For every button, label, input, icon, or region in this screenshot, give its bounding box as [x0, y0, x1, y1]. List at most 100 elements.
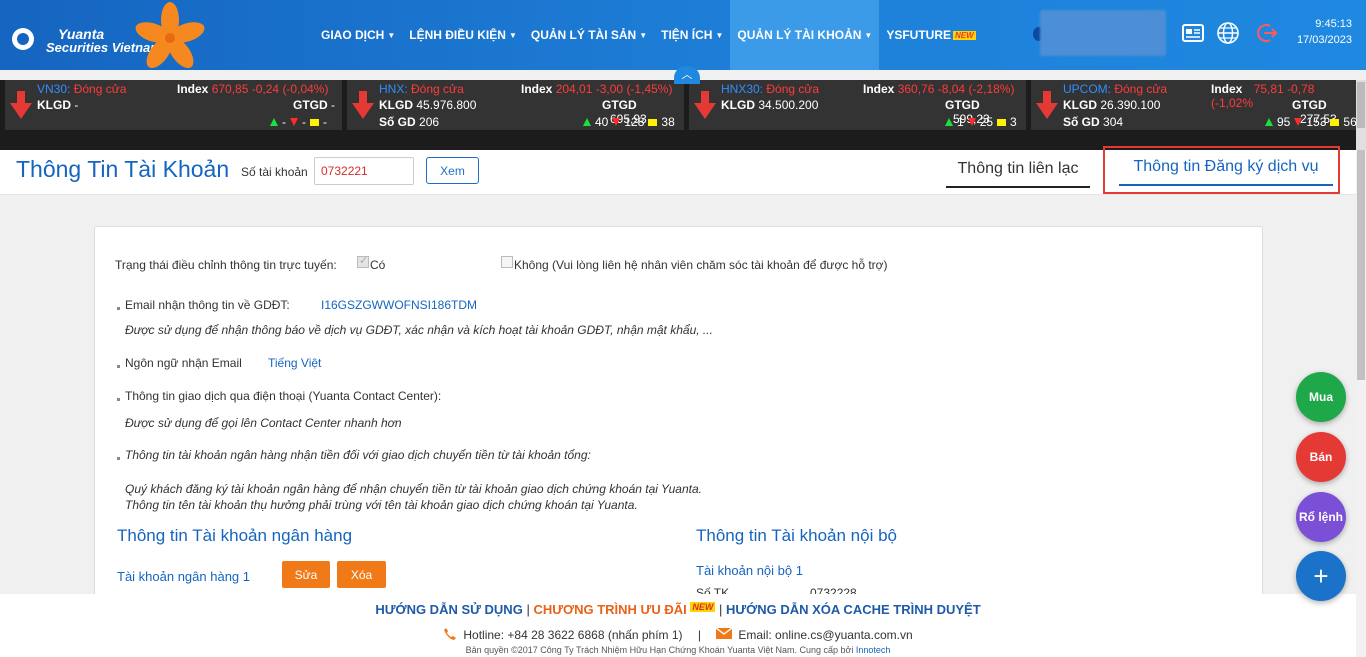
logout-icon[interactable]: [1255, 21, 1279, 45]
footer-separator: |: [526, 602, 530, 617]
up-count-icon: [945, 118, 953, 126]
email-label: Email nhận thông tin về GDĐT:: [125, 298, 290, 312]
nav-tien-ich[interactable]: TIỆN ÍCH ▼: [654, 0, 730, 70]
clear-cache-guide-link[interactable]: HƯỚNG DẪN XÓA CACHE TRÌNH DUYỆT: [726, 602, 981, 617]
down-arrow-icon: [694, 91, 716, 119]
collapse-ticker-button[interactable]: ︿: [674, 66, 700, 84]
clock: 9:45:13 17/03/2023: [1290, 16, 1352, 48]
down-arrow-icon: [352, 91, 374, 119]
flower-logo-icon: [135, 2, 205, 69]
down-count-icon: [967, 118, 976, 126]
internal-account-section-title: Thông tin Tài khoản nội bộ: [696, 526, 897, 545]
title-bar: Thông Tin Tài Khoản Số tài khoản Xem Thô…: [0, 146, 1356, 195]
tab-service-highlight: Thông tin Đăng ký dịch vụ: [1103, 146, 1340, 194]
nav-label: QUẢN LÝ TÀI SẢN: [530, 28, 637, 42]
nav-giao-dich[interactable]: GIAO DỊCH ▼: [314, 0, 402, 70]
clock-time: 9:45:13: [1315, 18, 1352, 30]
market-card-hnx[interactable]: HNX: Đóng cửa Index 204,01 -3,00 (-1,45%…: [347, 80, 684, 130]
market-name: UPCOM: Đóng cửa: [1063, 82, 1168, 96]
user-info-redacted[interactable]: [1040, 10, 1166, 56]
down-count-icon: [290, 118, 298, 126]
nav-label: LỆNH ĐIỀU KIỆN: [409, 28, 506, 42]
bullet: [117, 365, 120, 368]
tab-service-registration[interactable]: Thông tin Đăng ký dịch vụ: [1119, 158, 1333, 186]
market-counts: 40 128 38: [583, 115, 675, 129]
market-counts: 1 25 3: [945, 115, 1017, 129]
footer: HƯỚNG DẪN SỬ DỤNG | CHƯƠNG TRÌNH ƯU ĐÃI …: [0, 594, 1356, 657]
market-klgd: KLGD 26.390.100: [1063, 98, 1161, 112]
plus-button[interactable]: +: [1296, 551, 1346, 601]
calendar-icon[interactable]: [1181, 21, 1205, 45]
option-yes-checkbox[interactable]: [357, 254, 369, 268]
bank-account-section-title: Thông tin Tài khoản ngân hàng: [117, 526, 353, 545]
market-klgd: KLGD -: [37, 98, 79, 112]
globe-icon[interactable]: [1216, 21, 1240, 45]
market-gtgd: GTGD -: [293, 98, 336, 112]
market-klgd: KLGD 34.500.200: [721, 98, 819, 112]
unchanged-count-icon: [310, 118, 319, 126]
chevron-down-icon: ▼: [508, 30, 517, 40]
order-basket-button[interactable]: Rổ lệnh: [1296, 492, 1346, 542]
option-yes-label: Có: [370, 258, 386, 272]
market-card-upcom[interactable]: UPCOM: Đóng cửa Index 75,81 -0,78 (-1,02…: [1031, 80, 1356, 130]
mail-icon: [715, 627, 733, 639]
nav-quan-ly-tai-khoan[interactable]: QUẢN LÝ TÀI KHOẢN ▼: [730, 0, 880, 70]
market-sogd: Số GD 206: [379, 115, 440, 129]
hotline-text[interactable]: Hotline: +84 28 3622 6868 (nhấn phím 1): [463, 628, 682, 642]
market-name: HNX30: Đóng cửa: [721, 82, 820, 96]
footer-links: HƯỚNG DẪN SỬ DỤNG | CHƯƠNG TRÌNH ƯU ĐÃI …: [0, 602, 1356, 617]
phone-trading-note: Được sử dụng để gọi lên Contact Center n…: [125, 416, 402, 430]
delete-bank-button[interactable]: Xóa: [337, 561, 386, 588]
market-card-hnx30[interactable]: HNX30: Đóng cửa Index 360,76 -8,04 (-2,1…: [689, 80, 1026, 130]
chevron-down-icon: ▼: [864, 30, 873, 40]
edit-bank-button[interactable]: Sửa: [282, 561, 330, 588]
nav-ysfuture[interactable]: YSFUTURE NEW: [879, 0, 982, 70]
phone-icon: [444, 628, 457, 640]
bank-account-item: Tài khoản ngân hàng 1: [117, 569, 250, 584]
bank-note-1: Quý khách đăng ký tài khoản ngân hàng để…: [125, 482, 702, 496]
market-sogd: Số GD 304: [1063, 115, 1124, 129]
up-count-icon: [583, 118, 591, 126]
ticker-scroll-thumb[interactable]: [1357, 82, 1365, 128]
nav-label: QUẢN LÝ TÀI KHOẢN: [737, 28, 862, 42]
chevron-up-icon: ︿: [681, 69, 693, 81]
market-index: Index 204,01 -3,00 (-1,45%): [521, 82, 673, 96]
view-button[interactable]: Xem: [426, 157, 479, 184]
unchanged-count-icon: [997, 118, 1007, 126]
promo-link[interactable]: CHƯƠNG TRÌNH ƯU ĐÃI: [533, 602, 686, 617]
guide-link[interactable]: HƯỚNG DẪN SỬ DỤNG: [375, 602, 523, 617]
account-number-input[interactable]: [314, 157, 414, 185]
buy-button[interactable]: Mua: [1296, 372, 1346, 422]
down-count-icon: [1294, 118, 1303, 126]
language-value: Tiếng Việt: [268, 356, 322, 370]
phone-trading-label: Thông tin giao dịch qua điện thoại (Yuan…: [125, 389, 442, 403]
service-info-card: Trạng thái điều chỉnh thông tin trực tuy…: [94, 226, 1263, 626]
chevron-down-icon: ▼: [387, 30, 396, 40]
nav-label: TIỆN ÍCH: [661, 28, 713, 42]
unchanged-count-icon: [1330, 118, 1340, 126]
provider-link[interactable]: Innotech: [856, 645, 891, 655]
nav-lenh-dieu-kien[interactable]: LỆNH ĐIỀU KIỆN ▼: [402, 0, 524, 70]
up-count-icon: [270, 118, 278, 126]
market-name: VN30: Đóng cửa: [37, 82, 127, 96]
yuanta-logo[interactable]: Yuanta Securities Vietnam: [10, 2, 210, 69]
tab-contact-info[interactable]: Thông tin liên lạc: [946, 160, 1090, 188]
market-counts: 95 153 56: [1265, 115, 1356, 129]
option-no-checkbox[interactable]: [501, 256, 513, 268]
email-note: Được sử dụng để nhận thông báo về dịch v…: [125, 323, 713, 337]
market-ticker: VN30: Đóng cửa Index 670,85 -0,24 (-0,04…: [0, 80, 1366, 150]
down-count-icon: [612, 118, 621, 126]
email-value: I16GSZGWWOFNSI186TDM: [321, 298, 478, 312]
page-scroll-thumb[interactable]: [1357, 150, 1365, 380]
market-card-vn30[interactable]: VN30: Đóng cửa Index 670,85 -0,24 (-0,04…: [5, 80, 342, 130]
copyright: Bản quyền ©2017 Công Ty Trách Nhiệm Hữu …: [0, 645, 1356, 655]
bullet: [117, 457, 120, 460]
nav-quan-ly-tai-san[interactable]: QUẢN LÝ TÀI SẢN ▼: [524, 0, 654, 70]
support-email-text[interactable]: Email: online.cs@yuanta.com.vn: [738, 628, 912, 642]
up-count-icon: [1265, 118, 1273, 126]
down-arrow-icon: [1036, 91, 1058, 119]
down-arrow-icon: [10, 91, 32, 119]
account-number-label: Số tài khoản: [241, 165, 308, 179]
sell-button[interactable]: Bán: [1296, 432, 1346, 482]
market-klgd: KLGD 45.976.800: [379, 98, 477, 112]
